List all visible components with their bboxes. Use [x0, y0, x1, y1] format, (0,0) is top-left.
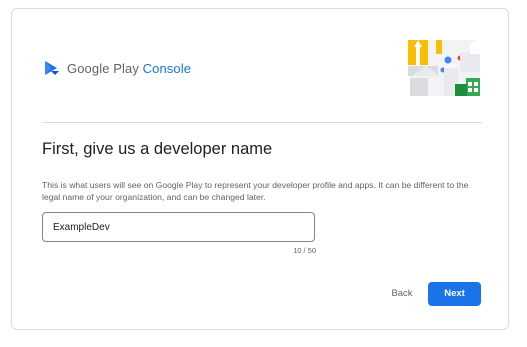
page-title: First, give us a developer name — [42, 140, 273, 158]
brand: Google Play Console — [43, 59, 191, 77]
page-description: This is what users will see on Google Pl… — [42, 180, 469, 202]
brand-name: Google Play Console — [67, 61, 191, 76]
next-button[interactable]: Next — [428, 282, 481, 306]
developer-name-card: Google Play Console First, give us a dev… — [11, 8, 509, 330]
google-play-console-logo-icon — [45, 61, 59, 75]
brand-console: Console — [142, 60, 192, 76]
header-divider — [42, 122, 482, 123]
developer-name-field[interactable] — [42, 212, 315, 242]
character-counter: 10 / 50 — [293, 246, 316, 255]
brand-google-play: Google Play — [67, 60, 139, 76]
developer-name-input[interactable] — [43, 213, 314, 241]
card-header: Google Play Console — [12, 9, 508, 122]
back-button[interactable]: Back — [384, 282, 420, 306]
header-illustration — [408, 40, 480, 96]
